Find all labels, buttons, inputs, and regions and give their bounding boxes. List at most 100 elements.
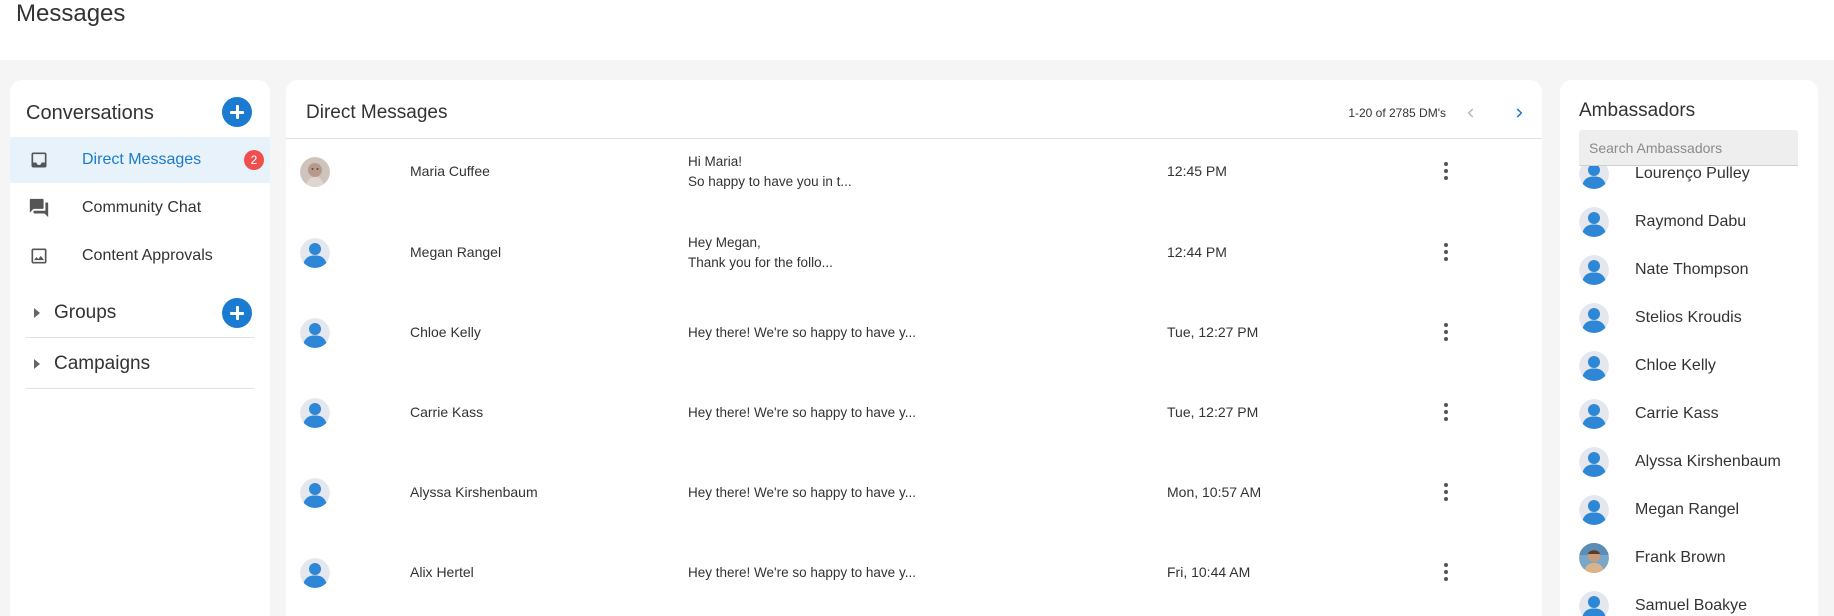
- add-conversation-button[interactable]: [222, 97, 252, 127]
- ambassador-name: Lourenço Pulley: [1635, 166, 1750, 182]
- dm-message-preview: Hey there! We're so happy to have y...: [688, 485, 916, 500]
- ambassador-item[interactable]: Alyssa Kirshenbaum: [1560, 438, 1818, 486]
- previous-page-button[interactable]: [1460, 102, 1482, 124]
- ambassador-name: Samuel Boakye: [1635, 597, 1748, 614]
- dm-row[interactable]: Alix Hertel Hey there! We're so happy to …: [286, 540, 1542, 616]
- dm-sender-name: Alix Hertel: [410, 564, 474, 580]
- avatar: [1579, 543, 1609, 573]
- ambassador-name: Chloe Kelly: [1635, 357, 1716, 374]
- groups-label: Groups: [54, 301, 117, 323]
- dm-message-preview: Hey there! We're so happy to have y...: [688, 325, 916, 340]
- default-user-icon: [300, 318, 330, 348]
- ambassadors-title: Ambassadors: [1579, 100, 1696, 121]
- dm-sender-name: Maria Cuffee: [410, 163, 490, 179]
- more-vert-icon[interactable]: [1436, 240, 1456, 264]
- dm-row[interactable]: Maria Cuffee Hi Maria! So happy to have y…: [286, 139, 1542, 219]
- dm-timestamp: Fri, 10:44 AM: [1167, 564, 1251, 580]
- dm-sender-name: Carrie Kass: [410, 404, 484, 420]
- dm-row[interactable]: Carrie Kass Hey there! We're so happy to …: [286, 380, 1542, 460]
- add-group-button[interactable]: [222, 298, 252, 328]
- default-user-icon: [1579, 591, 1609, 616]
- dm-sender-name: Megan Rangel: [410, 244, 502, 260]
- nav-item-community-chat[interactable]: Community Chat: [10, 185, 270, 231]
- default-user-icon: [1579, 303, 1609, 333]
- chevron-right-icon: [1516, 108, 1523, 118]
- default-user-icon: [1579, 495, 1609, 525]
- ambassador-item[interactable]: Frank Brown: [1560, 534, 1818, 582]
- ambassador-item[interactable]: Stelios Kroudis: [1560, 294, 1818, 342]
- avatar: [1579, 447, 1609, 477]
- next-page-button[interactable]: [1508, 102, 1530, 124]
- ambassador-name: Carrie Kass: [1635, 405, 1719, 422]
- dm-timestamp: Mon, 10:57 AM: [1167, 484, 1262, 500]
- ambassador-name: Alyssa Kirshenbaum: [1635, 453, 1781, 470]
- conversations-title: Conversations: [26, 102, 154, 124]
- chevron-left-icon: [1467, 108, 1474, 118]
- dm-row[interactable]: Chloe Kelly Hey there! We're so happy to …: [286, 300, 1542, 380]
- dm-row[interactable]: Megan Rangel Hey Megan, Thank you for the…: [286, 220, 1542, 300]
- nav-item-direct-messages[interactable]: Direct Messages 2: [10, 137, 270, 183]
- default-user-icon: [1579, 255, 1609, 285]
- default-user-icon: [300, 478, 330, 508]
- more-vert-icon[interactable]: [1436, 480, 1456, 504]
- more-vert-icon[interactable]: [1436, 320, 1456, 344]
- ambassador-name: Stelios Kroudis: [1635, 309, 1742, 326]
- ambassadors-panel: Ambassadors Lourenço Pulley Raymond Dabu N…: [1560, 80, 1818, 616]
- ambassador-item[interactable]: Lourenço Pulley: [1560, 166, 1818, 198]
- ambassador-item[interactable]: Nate Thompson: [1560, 246, 1818, 294]
- avatar: [1579, 399, 1609, 429]
- dm-sender-name: Alyssa Kirshenbaum: [410, 484, 538, 500]
- unread-badge: 2: [244, 150, 264, 170]
- ambassador-item[interactable]: Raymond Dabu: [1560, 198, 1818, 246]
- nav-label-community-chat: Community Chat: [82, 199, 202, 216]
- ambassador-item[interactable]: Samuel Boakye: [1560, 582, 1818, 616]
- ambassador-item[interactable]: Chloe Kelly: [1560, 342, 1818, 390]
- default-user-icon: [300, 238, 330, 268]
- conversations-panel: Conversations Direct Messages 2 Communit…: [10, 80, 270, 616]
- avatar: [1579, 207, 1609, 237]
- forum-icon: [28, 197, 50, 219]
- avatar: [300, 478, 330, 508]
- page-title: Messages: [16, 0, 126, 27]
- avatar: [1579, 166, 1609, 189]
- avatar: [1579, 255, 1609, 285]
- more-vert-icon[interactable]: [1436, 560, 1456, 584]
- nav-item-content-approvals[interactable]: Content Approvals: [10, 233, 270, 279]
- dm-message-preview: Hey there! We're so happy to have y...: [688, 405, 916, 420]
- dm-timestamp: Tue, 12:27 PM: [1167, 404, 1259, 420]
- ambassador-item[interactable]: Megan Rangel: [1560, 486, 1818, 534]
- avatar: [300, 558, 330, 588]
- more-vert-icon[interactable]: [1436, 159, 1456, 183]
- conversations-header: Conversations: [26, 102, 154, 125]
- dm-timestamp: 12:44 PM: [1167, 244, 1227, 260]
- default-user-icon: [1579, 207, 1609, 237]
- avatar: [300, 318, 330, 348]
- nav-label-direct-messages: Direct Messages: [82, 151, 202, 168]
- dm-timestamp: Tue, 12:27 PM: [1167, 324, 1259, 340]
- campaigns-section-toggle[interactable]: Campaigns: [26, 339, 254, 389]
- user-photo-icon: [300, 157, 330, 187]
- campaigns-label: Campaigns: [54, 352, 151, 374]
- dm-message-preview: Hey there! We're so happy to have y...: [688, 565, 916, 580]
- avatar: [1579, 591, 1609, 616]
- default-user-icon: [1579, 351, 1609, 381]
- ambassadors-list: Lourenço Pulley Raymond Dabu Nate Thompson…: [1560, 166, 1818, 616]
- user-photo-icon: [1579, 543, 1609, 573]
- inbox-icon: [28, 149, 50, 171]
- dm-row[interactable]: Alyssa Kirshenbaum Hey there! We're so ha…: [286, 460, 1542, 540]
- ambassador-name: Frank Brown: [1635, 549, 1726, 566]
- groups-section-toggle[interactable]: Groups: [26, 288, 254, 338]
- search-ambassadors-input[interactable]: [1579, 130, 1798, 166]
- default-user-icon: [300, 558, 330, 588]
- pagination-text: 1-20 of 2785 DM's: [1348, 106, 1446, 120]
- default-user-icon: [1579, 399, 1609, 429]
- avatar: [300, 398, 330, 428]
- caret-right-icon: [34, 307, 40, 318]
- ambassador-item[interactable]: Carrie Kass: [1560, 390, 1818, 438]
- avatar: [300, 238, 330, 268]
- ambassador-name: Megan Rangel: [1635, 501, 1740, 518]
- caret-right-icon: [34, 358, 40, 369]
- more-vert-icon[interactable]: [1436, 400, 1456, 424]
- avatar: [1579, 495, 1609, 525]
- top-bar: Messages: [0, 0, 1834, 60]
